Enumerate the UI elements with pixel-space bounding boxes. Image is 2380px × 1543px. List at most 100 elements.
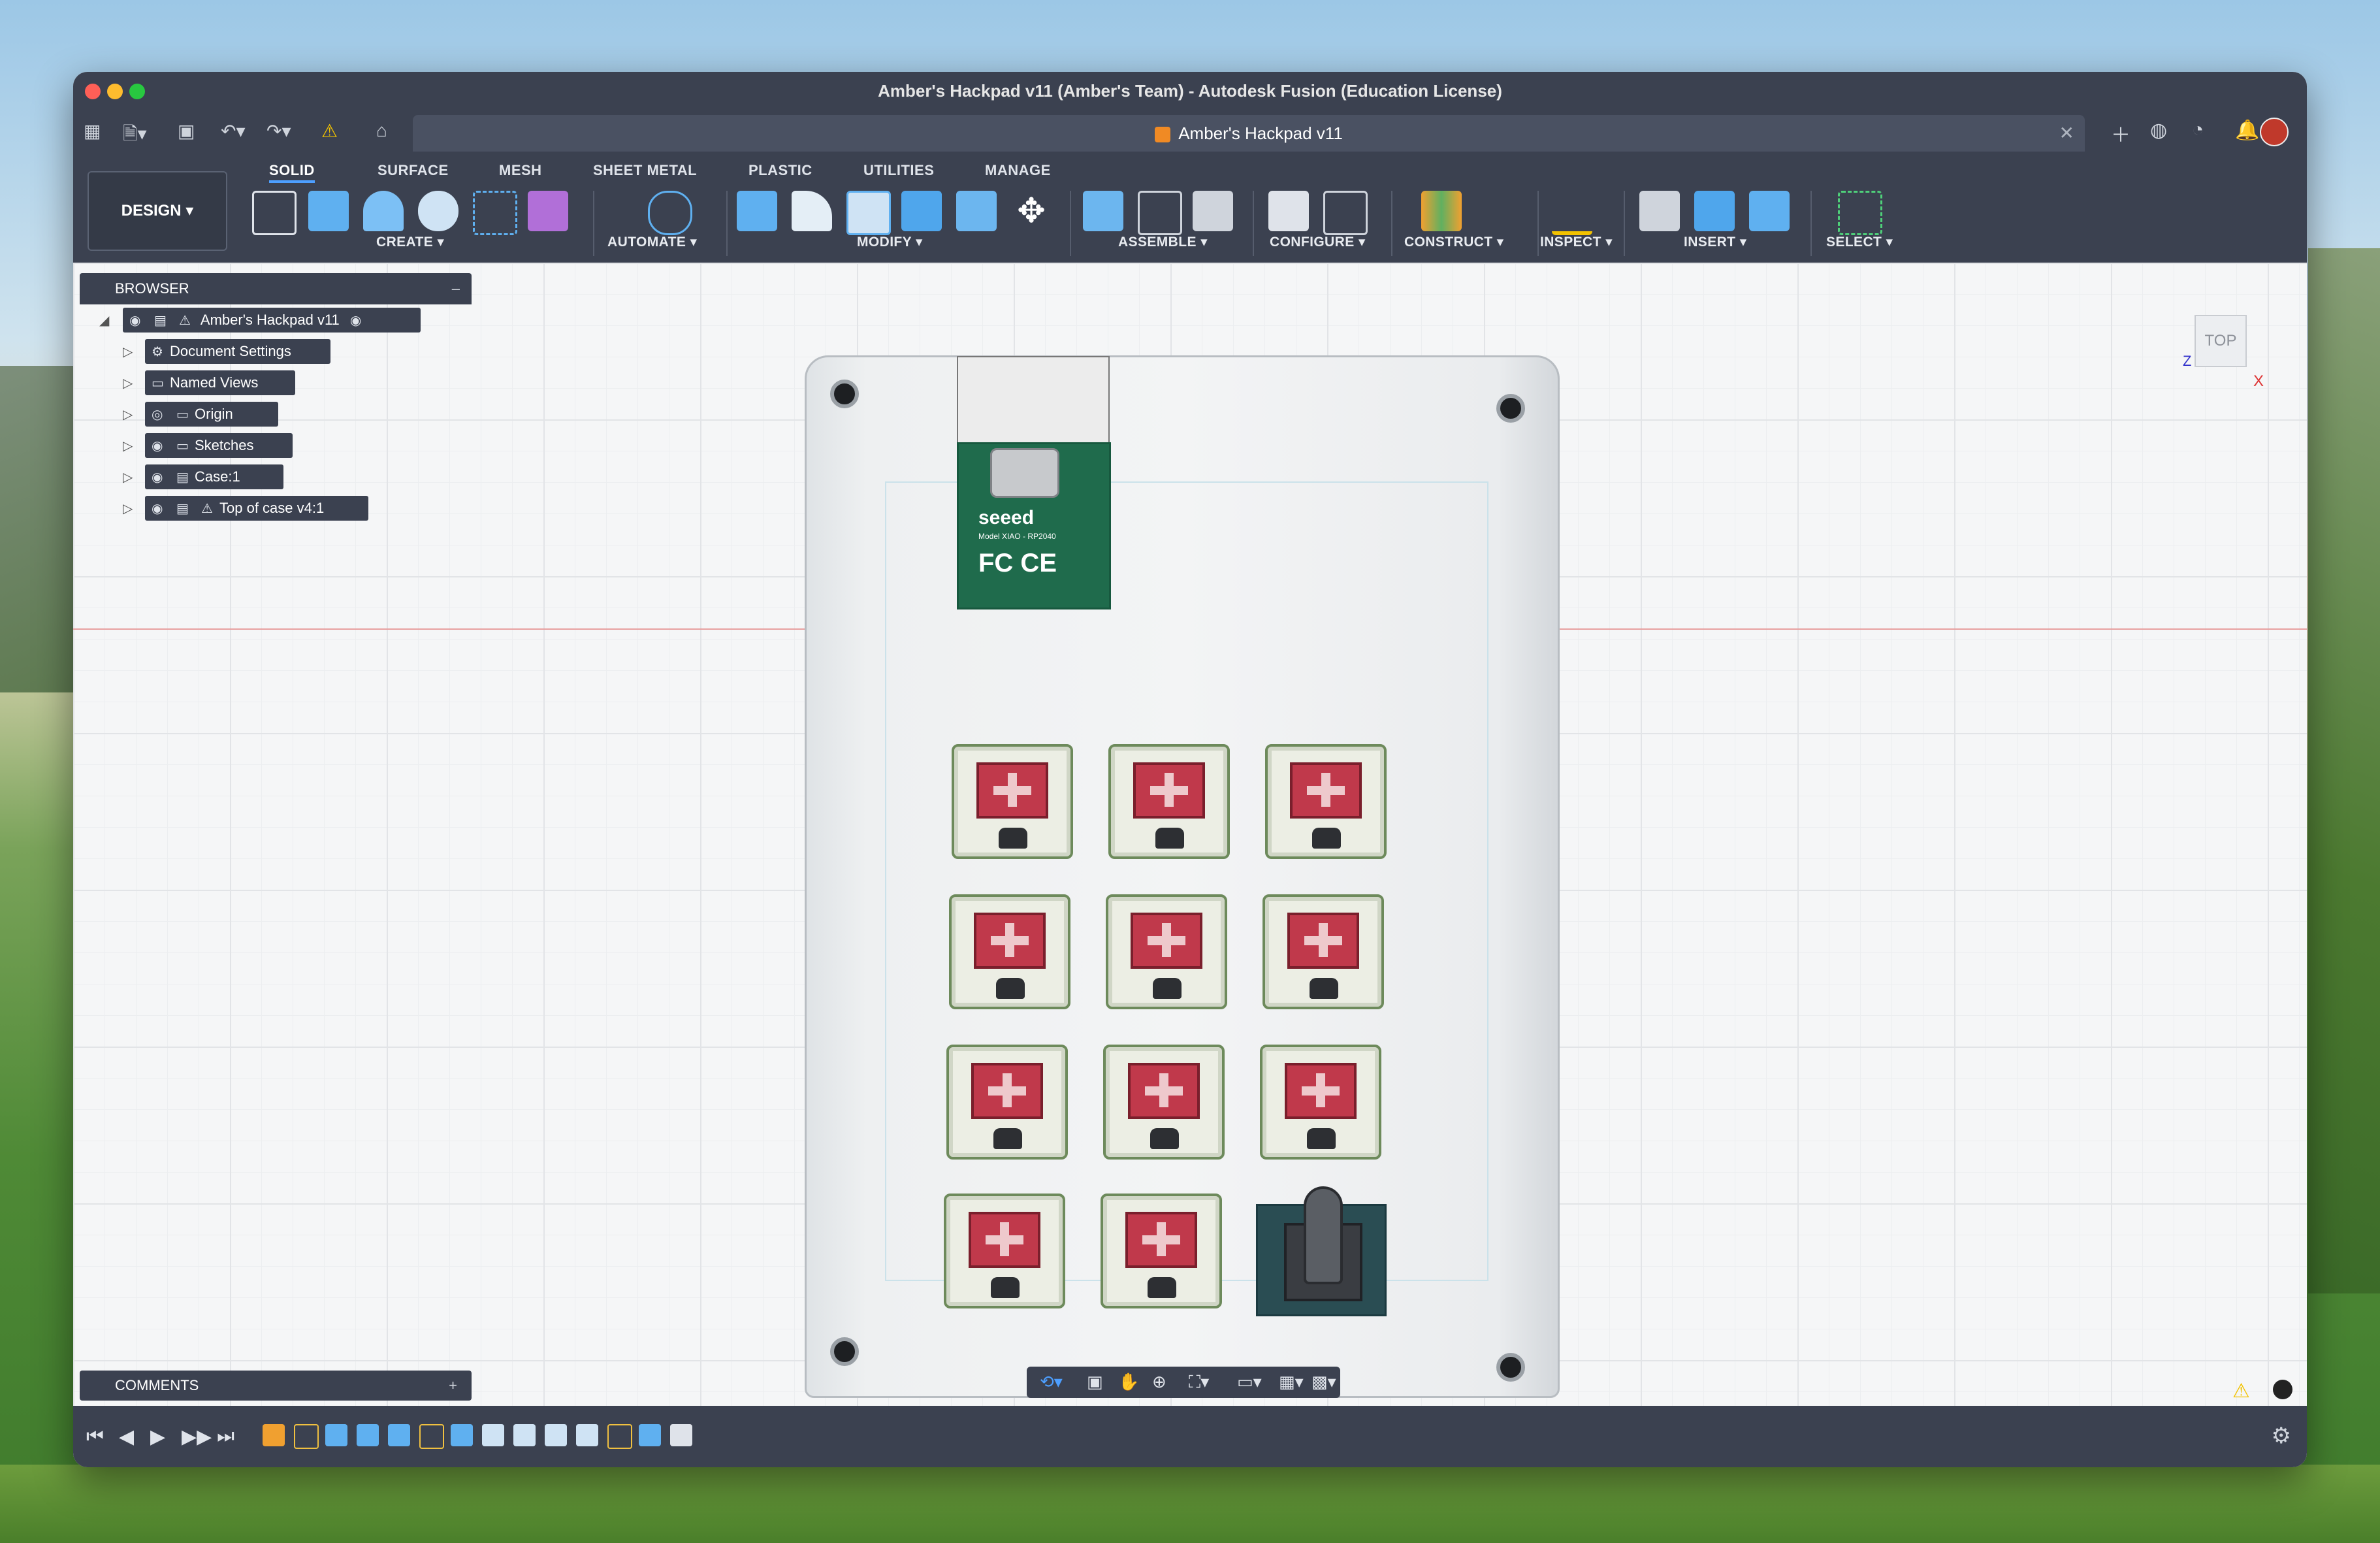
tree-item-origin[interactable]: ◎ ▭ Origin (145, 402, 278, 427)
job-status-icon[interactable]: ◔ (2192, 119, 2204, 141)
expand-arrow-icon[interactable]: ▷ (123, 438, 133, 454)
viewports-icon[interactable]: ▩▾ (1311, 1372, 1336, 1392)
expand-arrow-icon[interactable]: ◢ (99, 312, 109, 329)
timeline-feature[interactable] (419, 1424, 444, 1449)
measure-icon[interactable] (1552, 191, 1592, 235)
create-sketch-icon[interactable] (252, 191, 297, 235)
hole-icon[interactable] (418, 191, 458, 231)
timeline-feature[interactable] (670, 1424, 692, 1446)
display-settings-icon[interactable]: ▭▾ (1237, 1372, 1262, 1392)
key-switch[interactable] (1262, 894, 1384, 1009)
canvas-warning-icon[interactable]: ⚠ (2232, 1380, 2250, 1403)
combine-icon[interactable] (901, 191, 942, 231)
insert-canvas-icon[interactable] (1749, 191, 1790, 231)
expand-arrow-icon[interactable]: ▷ (123, 406, 133, 423)
tree-item[interactable]: ▷ ⚙ Document Settings (80, 336, 472, 367)
grid-settings-icon[interactable]: ▦▾ (1279, 1372, 1304, 1392)
timeline-feature[interactable] (482, 1424, 504, 1446)
pattern-icon[interactable] (473, 191, 517, 235)
canvas-status-icon[interactable] (2273, 1380, 2292, 1399)
key-switch[interactable] (1108, 744, 1230, 859)
orbit-icon[interactable]: ⟲▾ (1040, 1372, 1063, 1392)
close-tab-icon[interactable]: ✕ (2059, 115, 2074, 152)
construct-plane-icon[interactable] (1421, 191, 1462, 231)
configure-icon[interactable] (1268, 191, 1309, 231)
expand-arrow-icon[interactable]: ▷ (123, 344, 133, 360)
rotary-encoder[interactable] (1256, 1186, 1387, 1316)
key-switch[interactable] (1265, 744, 1387, 859)
inspect-group-label[interactable]: INSPECT ▾ (1540, 234, 1613, 250)
expand-arrow-icon[interactable]: ▷ (123, 375, 133, 391)
undo-icon[interactable]: ↶▾ (221, 120, 246, 142)
expand-arrow-icon[interactable]: ▷ (123, 500, 133, 517)
tree-item[interactable]: ▷ ◉ ▤ ⚠ Top of case v4:1 (80, 493, 472, 524)
tree-item-document-settings[interactable]: ⚙ Document Settings (145, 339, 330, 364)
tree-item[interactable]: ▷ ◉ ▭ Sketches (80, 430, 472, 461)
eye-icon[interactable]: ◉ (129, 314, 144, 328)
maximize-window-button[interactable] (129, 84, 145, 99)
eye-hidden-icon[interactable]: ◎ (152, 408, 166, 422)
timeline-feature[interactable] (357, 1424, 379, 1446)
key-switch[interactable] (1101, 1194, 1222, 1308)
save-icon[interactable]: ▣ (178, 120, 195, 142)
warning-icon[interactable]: ⚠ (321, 120, 338, 142)
eye-icon[interactable]: ◉ (152, 470, 166, 485)
eye-icon[interactable]: ◉ (152, 439, 166, 453)
user-avatar[interactable] (2260, 118, 2289, 146)
tree-item[interactable]: ▷ ▭ Named Views (80, 367, 472, 398)
tab-solid[interactable]: SOLID (269, 162, 315, 183)
notifications-icon[interactable]: 🔔 (2235, 119, 2259, 142)
configuration-table-icon[interactable] (1323, 191, 1368, 235)
construct-group-label[interactable]: CONSTRUCT ▾ (1404, 234, 1504, 250)
timeline-feature[interactable] (325, 1424, 347, 1446)
key-switch[interactable] (944, 1194, 1065, 1308)
press-pull-icon[interactable] (737, 191, 777, 231)
eye-icon[interactable]: ◉ (152, 502, 166, 516)
close-window-button[interactable] (85, 84, 101, 99)
xiao-rp2040-board[interactable]: seeed Model XIAO - RP2040 FC CE (957, 442, 1111, 609)
activate-radio-icon[interactable]: ◉ (350, 314, 364, 328)
timeline-feature[interactable] (451, 1424, 473, 1446)
tree-item-sketches[interactable]: ◉ ▭ Sketches (145, 433, 293, 458)
timeline-back-icon[interactable]: ◀ (119, 1425, 134, 1448)
tree-item[interactable]: ▷ ◉ ▤ Case:1 (80, 461, 472, 493)
new-tab-icon[interactable]: ＋ (2111, 119, 2131, 148)
expand-arrow-icon[interactable]: ▷ (123, 469, 133, 485)
tab-plastic[interactable]: PLASTIC (748, 162, 812, 179)
tree-item-named-views[interactable]: ▭ Named Views (145, 370, 295, 395)
timeline-feature[interactable] (388, 1424, 410, 1446)
modify-group-label[interactable]: MODIFY ▾ (857, 234, 923, 250)
timeline-feature[interactable] (639, 1424, 661, 1446)
key-switch[interactable] (1260, 1045, 1381, 1160)
timeline-forward-icon[interactable]: ▶▶ (182, 1425, 212, 1448)
create-form-icon[interactable] (528, 191, 568, 231)
key-switch[interactable] (1103, 1045, 1225, 1160)
document-tab[interactable]: Amber's Hackpad v11 ✕ (413, 115, 2085, 152)
split-body-icon[interactable] (956, 191, 997, 231)
move-icon[interactable]: ✥ (1011, 191, 1052, 231)
key-switch[interactable] (952, 744, 1073, 859)
home-icon[interactable]: ⌂ (376, 120, 387, 141)
joint-icon[interactable] (1138, 191, 1182, 235)
insert-group-label[interactable]: INSERT ▾ (1684, 234, 1747, 250)
app-grid-icon[interactable]: ▦ (84, 120, 101, 142)
collapse-browser-icon[interactable]: – (452, 273, 460, 304)
tree-root-row[interactable]: ◢ ◉ ▤ ⚠ Amber's Hackpad v11 ◉ (80, 304, 472, 336)
comments-panel[interactable]: COMMENTS + (80, 1371, 472, 1401)
tree-root[interactable]: ◉ ▤ ⚠ Amber's Hackpad v11 ◉ (123, 308, 421, 333)
timeline-feature[interactable] (294, 1424, 319, 1449)
tab-surface[interactable]: SURFACE (378, 162, 449, 179)
file-menu-icon[interactable]: 🗎▾ (123, 120, 147, 152)
timeline-feature[interactable] (545, 1424, 567, 1446)
browser-header[interactable]: BROWSER – (80, 273, 472, 304)
insert-mcmaster-icon[interactable] (1694, 191, 1735, 231)
fit-icon[interactable]: ⛶▾ (1189, 1372, 1209, 1393)
timeline-feature[interactable] (513, 1424, 536, 1446)
redo-icon[interactable]: ↷▾ (266, 120, 291, 142)
view-cube[interactable]: TOP Z X (2183, 310, 2264, 390)
timeline-feature[interactable] (576, 1424, 598, 1446)
tab-mesh[interactable]: MESH (499, 162, 542, 179)
view-cube-top-face[interactable]: TOP (2195, 315, 2247, 367)
add-comment-icon[interactable]: + (449, 1371, 457, 1401)
insert-derive-icon[interactable] (1639, 191, 1680, 231)
